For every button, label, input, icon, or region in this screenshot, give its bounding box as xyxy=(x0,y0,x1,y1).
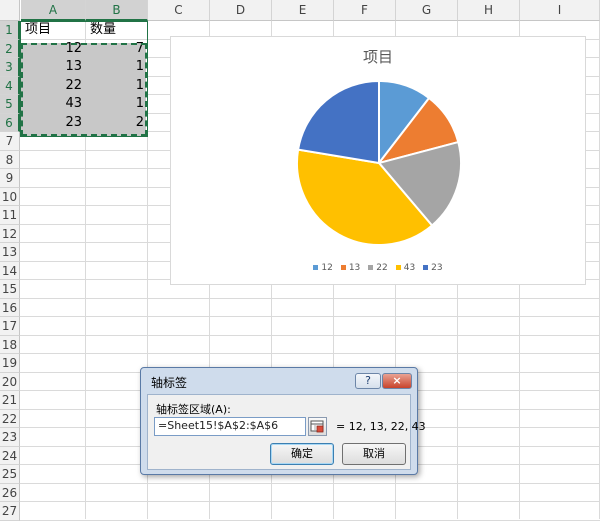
row-header-4[interactable]: 4 xyxy=(0,76,20,95)
legend-item-23[interactable]: 23 xyxy=(423,263,443,273)
legend-swatch xyxy=(313,265,319,270)
row-header-5[interactable]: 5 xyxy=(0,95,20,114)
row-gridline xyxy=(20,501,600,502)
chart-legend[interactable]: 12 13 22 43 23 xyxy=(171,263,585,273)
marching-ants-selection xyxy=(21,43,147,136)
dialog-title: 轴标签 xyxy=(151,376,188,390)
legend-label: 22 xyxy=(376,263,388,273)
column-header-b[interactable]: B xyxy=(86,0,148,21)
legend-swatch xyxy=(368,265,374,270)
range-preview: = 12, 13, 22, 43 xyxy=(336,420,426,433)
row-header-26[interactable]: 26 xyxy=(0,483,20,502)
axis-labels-dialog: 轴标签 ? × 轴标签区域(A): =Sheet15!$A$2:$A$6 = 1… xyxy=(140,367,426,475)
row-header-23[interactable]: 23 xyxy=(0,428,20,447)
column-header-h[interactable]: H xyxy=(458,0,520,21)
column-header-i[interactable]: I xyxy=(520,0,600,21)
row-header-10[interactable]: 10 xyxy=(0,187,20,206)
ok-button[interactable]: 确定 xyxy=(270,443,334,465)
row-header-25[interactable]: 25 xyxy=(0,465,20,484)
column-header-f[interactable]: F xyxy=(334,0,396,21)
row-header-12[interactable]: 12 xyxy=(0,224,20,243)
legend-label: 43 xyxy=(403,263,416,273)
range-collapse-icon xyxy=(310,420,324,433)
legend-item-12[interactable]: 12 xyxy=(313,263,333,273)
legend-item-22[interactable]: 22 xyxy=(368,263,388,273)
row-header-3[interactable]: 3 xyxy=(0,58,20,77)
range-collapse-icon[interactable] xyxy=(308,417,327,436)
row-header-16[interactable]: 16 xyxy=(0,298,20,317)
row-gridline xyxy=(20,482,600,484)
column-header-d[interactable]: D xyxy=(210,0,272,21)
legend-label: 12 xyxy=(321,263,333,273)
row-header-18[interactable]: 18 xyxy=(0,335,20,354)
select-all-corner[interactable] xyxy=(0,0,20,21)
row-gridline xyxy=(20,316,600,317)
pie-slice-23[interactable] xyxy=(296,79,380,165)
row-gridline xyxy=(20,353,600,354)
legend-item-43[interactable]: 43 xyxy=(395,263,416,273)
row-header-27[interactable]: 27 xyxy=(0,502,20,521)
row-header-2[interactable]: 2 xyxy=(0,39,20,58)
cancel-button[interactable]: 取消 xyxy=(342,443,406,465)
help-button[interactable]: ? xyxy=(355,373,381,389)
dialog-body: 轴标签区域(A): =Sheet15!$A$2:$A$6 = 12, 13, 2… xyxy=(147,394,426,470)
legend-item-13[interactable]: 13 xyxy=(340,263,361,273)
row-header-1[interactable]: 1 xyxy=(0,21,20,40)
column-header-c[interactable]: C xyxy=(148,0,210,21)
row-header-7[interactable]: 7 xyxy=(0,132,20,151)
row-header-24[interactable]: 24 xyxy=(0,446,20,465)
row-header-21[interactable]: 21 xyxy=(0,391,20,410)
row-gridline xyxy=(20,334,600,336)
row-header-9[interactable]: 9 xyxy=(0,169,20,188)
row-header-8[interactable]: 8 xyxy=(0,150,20,169)
row-gridline xyxy=(20,519,600,521)
legend-swatch xyxy=(395,265,401,270)
row-header-13[interactable]: 13 xyxy=(0,243,20,262)
row-header-11[interactable]: 11 xyxy=(0,206,20,225)
row-header-22[interactable]: 22 xyxy=(0,409,20,428)
pie-plot-area xyxy=(296,79,462,246)
legend-swatch xyxy=(423,265,429,270)
legend-swatch xyxy=(340,265,346,270)
pie-chart[interactable]: 项目 12 13 22 43 23 xyxy=(170,36,586,285)
row-header-15[interactable]: 15 xyxy=(0,280,20,299)
row-header-19[interactable]: 19 xyxy=(0,354,20,373)
row-header-6[interactable]: 6 xyxy=(0,113,20,132)
row-header-14[interactable]: 14 xyxy=(0,261,20,280)
legend-label: 13 xyxy=(348,263,361,273)
row-header-17[interactable]: 17 xyxy=(0,317,20,336)
axis-range-label: 轴标签区域(A): xyxy=(156,403,231,416)
column-header-a[interactable]: A xyxy=(21,0,86,21)
row-gridline xyxy=(20,297,600,299)
column-header-g[interactable]: G xyxy=(396,0,458,21)
axis-range-input[interactable]: =Sheet15!$A$2:$A$6 xyxy=(154,417,306,436)
close-button[interactable]: × xyxy=(382,373,412,389)
column-header-e[interactable]: E xyxy=(272,0,334,21)
row-header-20[interactable]: 20 xyxy=(0,372,20,391)
legend-label: 23 xyxy=(431,263,443,273)
